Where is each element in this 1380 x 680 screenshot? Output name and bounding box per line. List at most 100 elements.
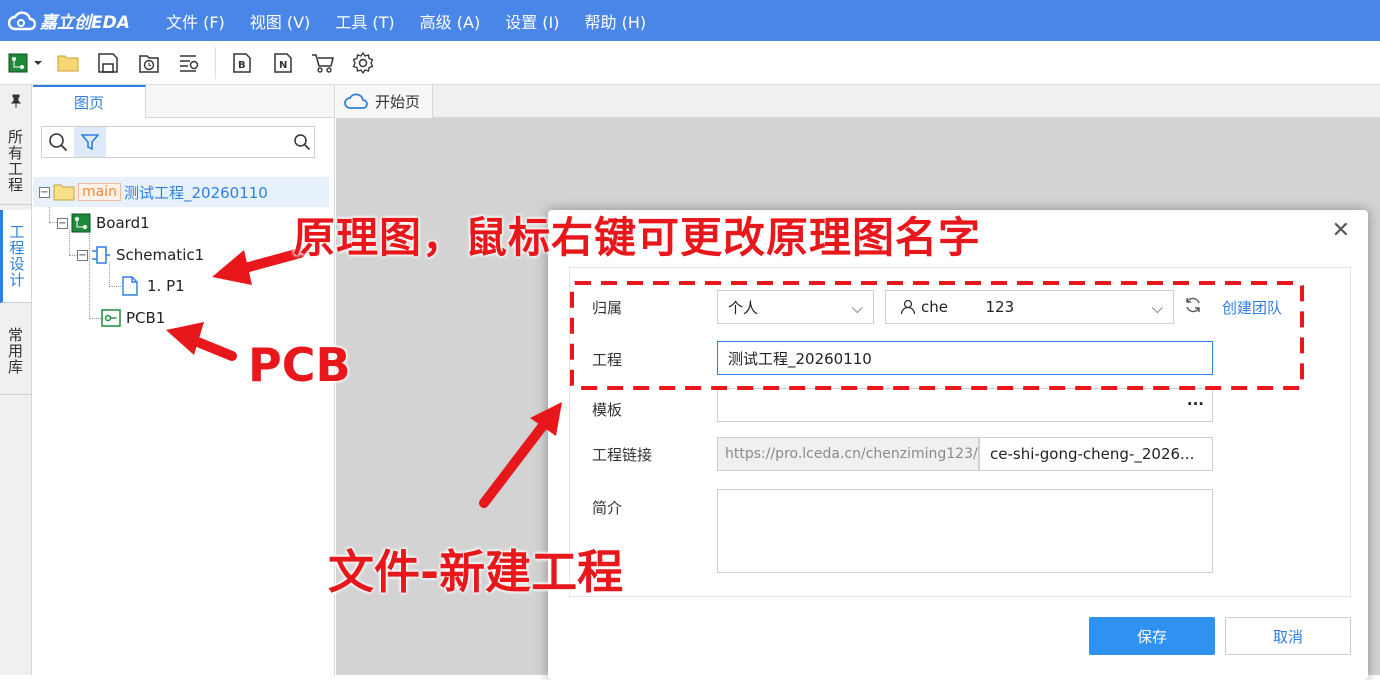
board-icon	[71, 213, 91, 233]
bom-button[interactable]: B	[230, 51, 254, 75]
search-icon	[49, 133, 68, 152]
history-icon	[139, 55, 159, 73]
menu-advanced[interactable]: 高级 (A)	[420, 9, 481, 33]
collapse-toggle[interactable]: −	[77, 249, 88, 261]
svg-text:N: N	[279, 60, 287, 71]
project-name-value: 测试工程_20260110	[728, 349, 872, 368]
more-icon[interactable]: ···	[1187, 395, 1204, 413]
schematic-name: Schematic1	[116, 246, 205, 264]
owner-type-value: 个人	[728, 298, 759, 317]
new-board-button[interactable]	[8, 51, 44, 75]
annotation-new-project-note: 文件-新建工程	[328, 545, 624, 599]
tab-start-label: 开始页	[375, 93, 421, 111]
open-folder-button[interactable]	[56, 51, 80, 75]
history-button[interactable]	[137, 51, 161, 75]
cloud-logo-icon	[8, 10, 36, 30]
settings-gear-icon	[352, 52, 374, 74]
vtab-project-design-label: 工程设计	[9, 223, 25, 289]
vtab-common-library-label: 常用库	[7, 325, 23, 376]
pcb-name: PCB1	[126, 309, 166, 327]
owner-type-select[interactable]: 个人 ⌵	[717, 290, 874, 324]
page-name: 1. P1	[147, 277, 185, 295]
app-logo[interactable]: 嘉立创EDA	[8, 8, 166, 33]
refresh-icon	[1186, 297, 1200, 313]
close-button[interactable]: ✕	[1332, 220, 1350, 242]
tree-board-row[interactable]: − Board1	[57, 208, 150, 238]
panel-tabs: 图页	[33, 85, 334, 118]
collapse-toggle[interactable]: −	[57, 217, 68, 229]
vtab-common-library[interactable]: 常用库	[0, 307, 31, 395]
project-label: 工程	[592, 351, 623, 369]
toolbar-separator	[215, 47, 216, 79]
search-submit-button[interactable]	[286, 127, 318, 157]
project-name-field[interactable]: 测试工程_20260110	[717, 341, 1213, 375]
intro-textarea[interactable]	[717, 489, 1213, 573]
project-link-label: 工程链接	[592, 446, 653, 464]
owner-label: 归属	[592, 299, 623, 317]
bom-icon: B	[233, 53, 251, 73]
tree-line	[109, 286, 121, 287]
filter-button[interactable]	[74, 127, 106, 157]
tree-search-input[interactable]	[108, 130, 278, 154]
svg-text:B: B	[238, 60, 246, 71]
refresh-button[interactable]	[1184, 296, 1202, 318]
save-button[interactable]: 保存	[1089, 617, 1215, 655]
close-icon: ✕	[1331, 218, 1350, 243]
order-cart-button[interactable]	[311, 51, 335, 75]
menu-help[interactable]: 帮助 (H)	[585, 9, 647, 33]
board-name: Board1	[96, 214, 150, 232]
link-prefix-text: https://pro.lceda.cn/chenziming123/	[725, 446, 978, 462]
search-list-button[interactable]	[177, 51, 201, 75]
owner-user-select[interactable]: che 123 ⌵	[885, 290, 1174, 324]
folder-icon	[53, 184, 75, 201]
search-mode-button[interactable]	[42, 127, 74, 157]
tree-schematic-row[interactable]: − Schematic1	[77, 240, 204, 270]
cloud-icon	[344, 93, 368, 109]
vtab-project-design[interactable]: 工程设计	[0, 210, 31, 303]
save-button[interactable]	[96, 51, 120, 75]
schematic-icon	[92, 246, 110, 264]
save-icon	[98, 53, 118, 73]
filter-icon	[81, 134, 99, 151]
app-logo-text: 嘉立创EDA	[40, 13, 130, 33]
vtab-all-projects-label: 所有工程	[7, 127, 23, 194]
cancel-button[interactable]: 取消	[1225, 617, 1351, 655]
pcb-icon	[101, 309, 121, 327]
intro-label: 简介	[592, 499, 623, 517]
project-name: 测试工程_20260110	[123, 183, 268, 202]
template-field[interactable]: ···	[717, 388, 1213, 422]
search-list-icon	[180, 55, 199, 72]
search-icon	[294, 134, 311, 151]
pin-button[interactable]	[0, 85, 31, 117]
new-board-icon	[8, 53, 42, 73]
menu-bar: 嘉立创EDA 文件 (F) 视图 (V) 工具 (T) 高级 (A) 设置 (I…	[0, 0, 1380, 41]
new-project-dialog: ✕ 归属 个人 ⌵ che 123 ⌵ 创建团队 工程 测试工程_2026011…	[548, 210, 1368, 680]
menu-view[interactable]: 视图 (V)	[250, 9, 311, 33]
vtab-all-projects[interactable]: 所有工程	[0, 117, 31, 205]
netlist-button[interactable]: N	[271, 51, 295, 75]
template-label: 模板	[592, 401, 623, 419]
collapse-toggle[interactable]: −	[39, 186, 50, 198]
project-link-prefix: https://pro.lceda.cn/chenziming123/	[717, 437, 979, 471]
menu-tools[interactable]: 工具 (T)	[335, 9, 394, 33]
annotation-pcb-note: PCB	[248, 338, 351, 392]
tree-search-box	[41, 126, 315, 158]
tab-pages[interactable]: 图页	[33, 85, 146, 118]
open-folder-icon	[57, 55, 79, 72]
user-icon	[900, 299, 916, 315]
tree-page-row[interactable]: 1. P1	[121, 271, 185, 301]
netlist-icon: N	[274, 53, 292, 73]
chevron-down-icon: ⌵	[1151, 299, 1163, 317]
menu-file[interactable]: 文件 (F)	[166, 9, 225, 33]
create-team-link[interactable]: 创建团队	[1222, 297, 1282, 318]
tree-pcb-row[interactable]: PCB1	[101, 303, 165, 333]
pin-icon	[10, 94, 21, 108]
tab-start-page[interactable]: 开始页	[336, 85, 433, 118]
project-link-slug-field[interactable]: ce-shi-gong-cheng-_2026...	[979, 437, 1213, 471]
tree-project-row[interactable]: − main 测试工程_20260110	[33, 177, 329, 207]
annotation-schematic-note: 原理图，鼠标右键可更改原理图名字	[293, 213, 982, 262]
settings-button[interactable]	[351, 51, 375, 75]
menu-settings[interactable]: 设置 (I)	[505, 9, 559, 33]
order-cart-icon	[312, 54, 334, 73]
left-vertical-tabs: 所有工程 工程设计 常用库	[0, 85, 32, 675]
